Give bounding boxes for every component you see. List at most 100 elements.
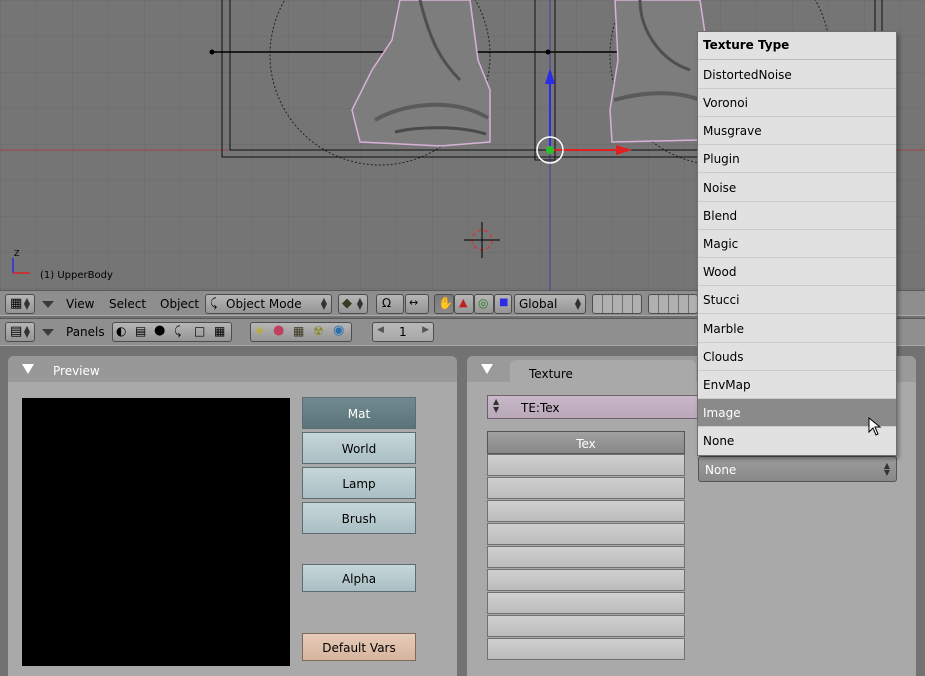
popup-item-musgrave[interactable]: Musgrave — [698, 117, 896, 145]
frame-number-field[interactable]: ◀ 1 ▶ — [372, 322, 434, 342]
panels-label: Panels — [66, 325, 105, 339]
square-icon: ■ — [499, 297, 509, 308]
popup-item-marble[interactable]: Marble — [698, 315, 896, 343]
menu-select[interactable]: Select — [109, 297, 146, 311]
preview-mat-button[interactable]: Mat — [302, 397, 416, 429]
texture-icon: ▦ — [293, 324, 305, 338]
active-object-label: (1) UpperBody — [40, 270, 113, 281]
updown-icon: ▲ ▼ — [356, 296, 363, 311]
texture-slot[interactable] — [487, 615, 685, 637]
layer-lock-button[interactable]: ↔ — [405, 294, 429, 314]
popup-item-blend[interactable]: Blend — [698, 202, 896, 230]
default-vars-button[interactable]: Default Vars — [302, 633, 416, 661]
texture-slot[interactable] — [487, 477, 685, 499]
script-icon: ▤ — [135, 324, 147, 338]
texture-slot[interactable] — [487, 523, 685, 545]
updown-icon: ▲ ▼ — [23, 296, 30, 311]
layer-buttons-group-1[interactable] — [592, 294, 642, 314]
editing-icon: □ — [194, 324, 206, 338]
texture-list-header-label: Tex — [576, 437, 596, 451]
scene-icon: ▦ — [214, 324, 226, 338]
pivot-select[interactable]: Ω — [376, 294, 404, 314]
updown-icon: ▲ ▼ — [23, 324, 30, 339]
texture-slot[interactable] — [487, 638, 685, 660]
preview-brush-button[interactable]: Brush — [302, 502, 416, 534]
popup-item-noise[interactable]: Noise — [698, 174, 896, 202]
updown-icon: ▲ ▼ — [320, 296, 327, 311]
preview-lamp-button[interactable]: Lamp — [302, 467, 416, 499]
tab-texture-label: Texture — [529, 367, 573, 381]
popup-item-envmap[interactable]: EnvMap — [698, 371, 896, 399]
datablock-browse-icon[interactable]: ▲ ▼ — [493, 398, 499, 414]
sub-context-buttons[interactable]: ☀ ● ▦ ☢ ◉ — [250, 322, 352, 342]
updown-icon: ▲ ▼ — [883, 461, 890, 477]
arrows-icon: ↔ — [409, 296, 419, 309]
layer-buttons-group-2[interactable] — [648, 294, 698, 314]
translate-manipulator-button[interactable]: ▲ — [454, 294, 474, 314]
orientation-select[interactable]: Global ▲ ▼ — [514, 294, 586, 314]
object-icon: ⤹ — [174, 324, 182, 338]
grid-icon: ▦ — [10, 296, 23, 311]
scale-manipulator-button[interactable]: ■ — [494, 294, 512, 314]
left-arrow-icon[interactable]: ◀ — [377, 325, 384, 335]
lamp-icon: ☀ — [254, 324, 265, 338]
texture-datablock-field[interactable]: ▲ ▼ TE:Tex — [487, 395, 702, 419]
mode-select[interactable]: ⤹ Object Mode ▲ ▼ — [205, 294, 332, 314]
collapse-menus-icon[interactable] — [42, 301, 54, 308]
preview-panel-header[interactable]: Preview — [8, 356, 457, 382]
texture-slot[interactable] — [487, 569, 685, 591]
texture-list-header: Tex — [487, 431, 685, 454]
radiosity-icon: ☢ — [313, 324, 324, 338]
logic-icon: ◐ — [116, 324, 127, 338]
texture-type-select[interactable]: None ▲ ▼ — [698, 456, 897, 482]
updown-icon: ▲ ▼ — [574, 296, 581, 311]
object-mode-icon: ⤹ — [210, 296, 218, 310]
shading-select[interactable]: ◆ ▲ ▼ — [338, 294, 368, 314]
popup-item-magic[interactable]: Magic — [698, 230, 896, 258]
popup-item-plugin[interactable]: Plugin — [698, 145, 896, 173]
preview-world-button[interactable]: World — [302, 432, 416, 464]
orientation-label: Global — [519, 297, 558, 311]
mouse-cursor-icon — [868, 417, 882, 436]
menu-view[interactable]: View — [66, 297, 94, 311]
collapse-triangle-icon[interactable] — [22, 364, 34, 374]
popup-item-image[interactable]: Image — [698, 399, 896, 427]
texture-slot[interactable] — [487, 454, 685, 476]
world-icon: ◉ — [333, 323, 345, 338]
solid-shading-icon: ◆ — [342, 296, 352, 311]
collapse-triangle-icon[interactable] — [481, 364, 493, 374]
manipulator-toggle[interactable]: ✋ — [434, 294, 454, 314]
editor-type-button[interactable]: ▤ ▲ ▼ — [5, 322, 35, 342]
texture-type-popup[interactable]: Texture Type DistortedNoise Voronoi Musg… — [697, 31, 897, 456]
popup-item-voronoi[interactable]: Voronoi — [698, 89, 896, 117]
popup-item-stucci[interactable]: Stucci — [698, 286, 896, 314]
texture-type-value: None — [705, 463, 737, 477]
context-buttons[interactable]: ◐ ▤ ● ⤹ □ ▦ — [112, 322, 232, 342]
tab-texture[interactable]: Texture — [510, 360, 696, 384]
blender-window: Z (1) UpperBody ▦ ▲ ▼ View Select Object … — [0, 0, 925, 676]
preview-panel-title: Preview — [53, 364, 100, 378]
rotate-manipulator-button[interactable]: ◎ — [474, 294, 494, 314]
frame-number: 1 — [399, 325, 407, 339]
popup-item-distortednoise[interactable]: DistortedNoise — [698, 61, 896, 89]
menu-object[interactable]: Object — [160, 297, 199, 311]
preview-render-area — [22, 398, 290, 666]
buttons-window-icon: ▤ — [10, 324, 23, 339]
right-arrow-icon[interactable]: ▶ — [422, 325, 429, 335]
texture-slot[interactable] — [487, 500, 685, 522]
triangle-icon: ▲ — [459, 296, 468, 309]
texture-slot[interactable] — [487, 546, 685, 568]
popup-item-clouds[interactable]: Clouds — [698, 343, 896, 371]
preview-alpha-button[interactable]: Alpha — [302, 564, 416, 592]
material-icon: ● — [273, 323, 285, 338]
popup-item-wood[interactable]: Wood — [698, 258, 896, 286]
editor-type-button[interactable]: ▦ ▲ ▼ — [5, 294, 35, 314]
pivot-icon: Ω — [382, 296, 392, 310]
circle-icon: ◎ — [478, 296, 489, 310]
collapse-menus-icon[interactable] — [42, 329, 54, 336]
texture-slot[interactable] — [487, 592, 685, 614]
hand-icon: ✋ — [438, 296, 453, 310]
popup-item-none[interactable]: None — [698, 427, 896, 455]
mode-select-label: Object Mode — [226, 297, 302, 311]
popup-title: Texture Type — [698, 32, 896, 60]
